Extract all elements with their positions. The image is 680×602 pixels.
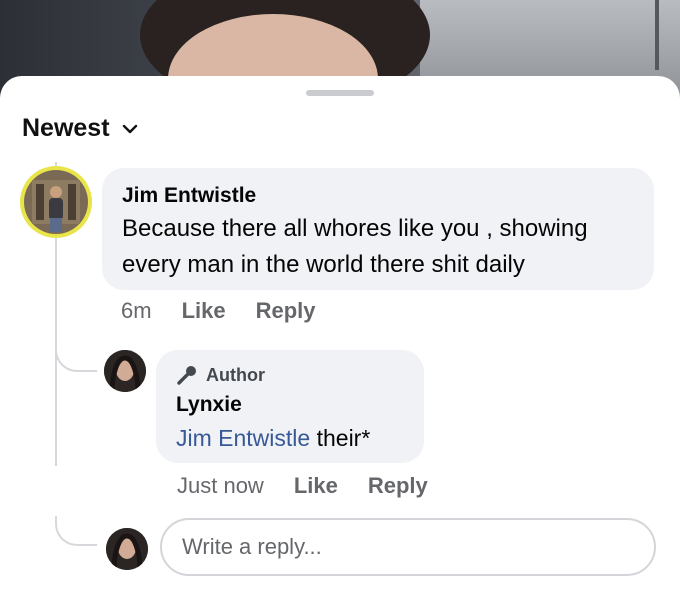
comment-text-line-2: every man in the world there shit daily <box>122 251 525 278</box>
mention-link[interactable]: Jim Entwistle <box>176 425 310 451</box>
reply-input-placeholder: Write a reply... <box>182 534 322 559</box>
comment-actions: 6m Like Reply <box>121 298 316 324</box>
sort-label: Newest <box>22 114 110 142</box>
sheet-grabber[interactable] <box>306 90 374 96</box>
comment-time: 6m <box>121 298 152 323</box>
reply-button[interactable]: Reply <box>368 473 428 499</box>
reply-time: Just now <box>177 473 264 498</box>
reply-message: their* <box>316 425 371 451</box>
comment-text-line-1: Because there all whores like you , show… <box>122 215 588 242</box>
like-button[interactable]: Like <box>182 298 226 324</box>
avatar[interactable] <box>104 350 146 392</box>
reply-button[interactable]: Reply <box>256 298 316 324</box>
comment-author[interactable]: Jim Entwistle <box>122 184 256 208</box>
author-badge-label: Author <box>206 364 265 385</box>
avatar[interactable] <box>20 166 92 238</box>
reply-text: Jim Entwistle their* <box>176 425 370 452</box>
reply-bubble[interactable]: Author Lynxie Jim Entwistle their* <box>156 350 424 463</box>
reply-actions: Just now Like Reply <box>177 473 428 499</box>
sort-dropdown[interactable]: Newest <box>22 114 138 143</box>
avatar <box>106 528 148 570</box>
comment-bubble[interactable]: Jim Entwistle Because there all whores l… <box>102 168 654 290</box>
reply-input[interactable]: Write a reply... <box>160 518 656 576</box>
reply-author[interactable]: Lynxie <box>176 393 242 417</box>
author-badge: Author <box>176 364 265 386</box>
like-button[interactable]: Like <box>294 473 338 499</box>
chevron-down-icon <box>122 124 137 133</box>
microphone-icon <box>177 366 196 385</box>
